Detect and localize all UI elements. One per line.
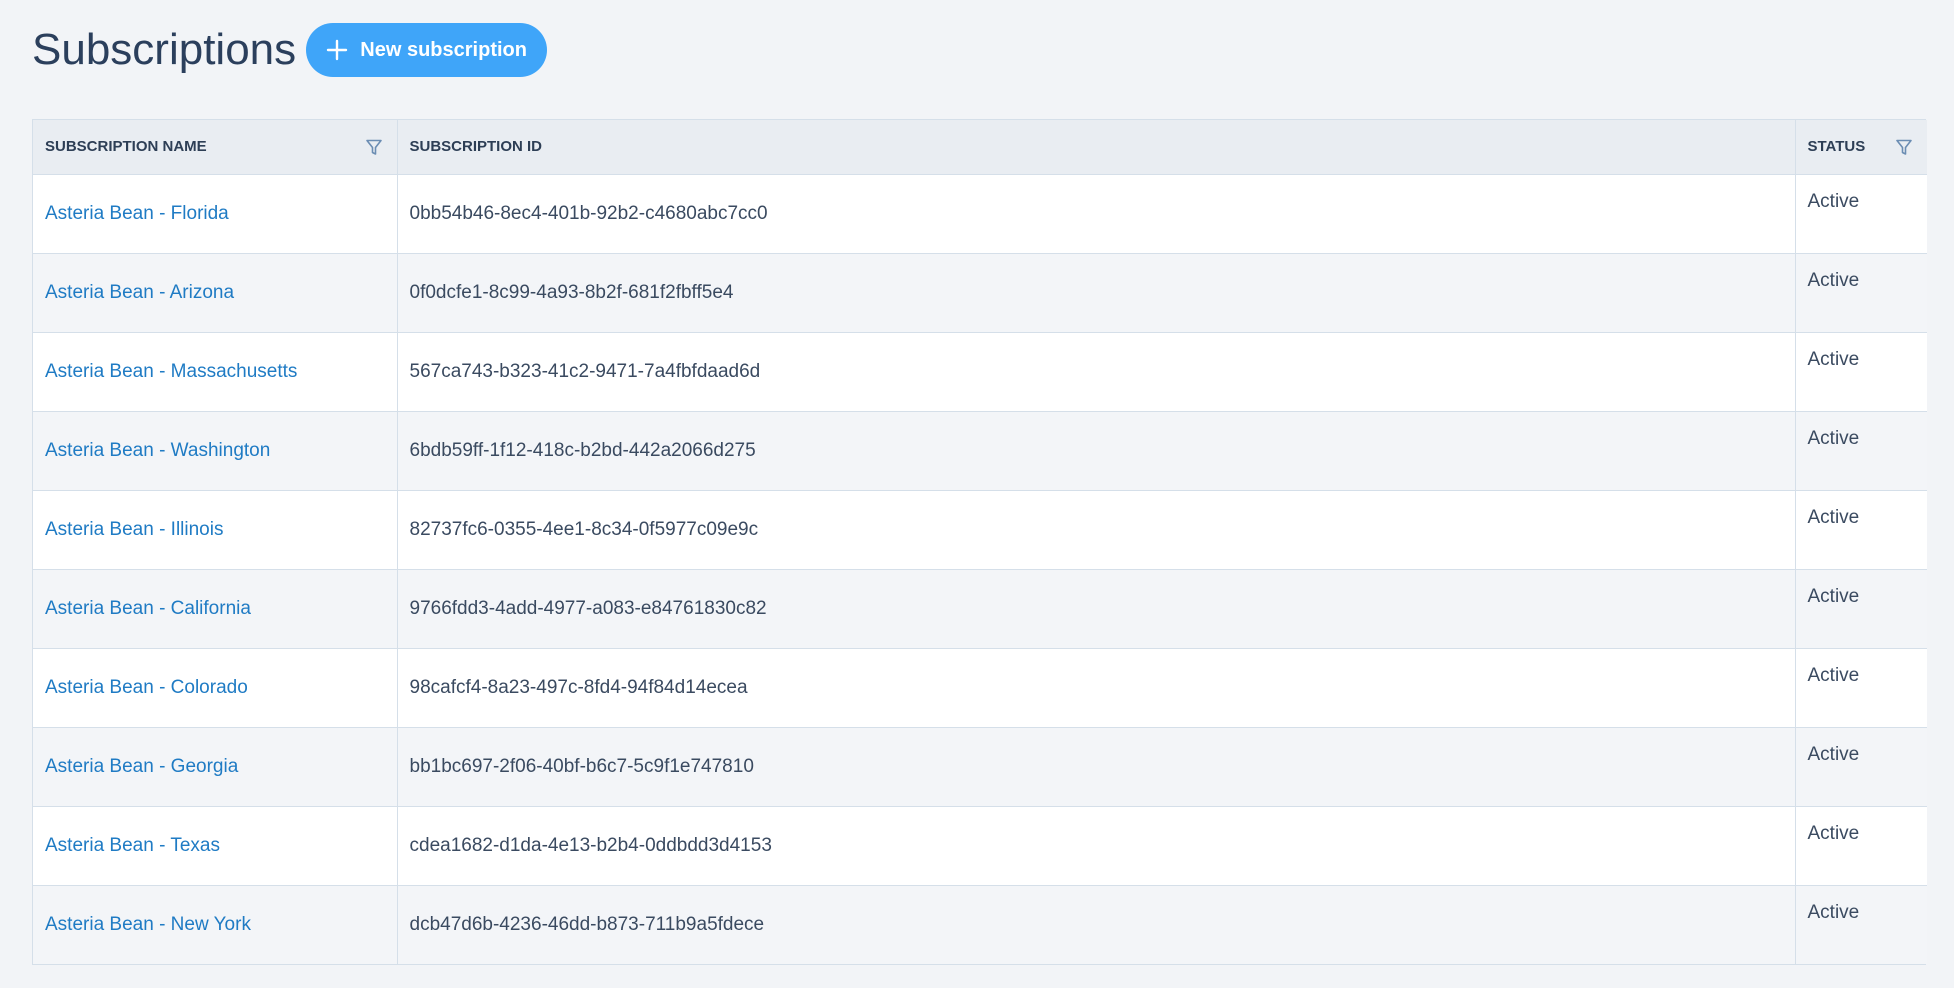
cell-subscription-id: 0f0dcfe1-8c99-4a93-8b2f-681f2fbff5e4 <box>397 252 1796 332</box>
cell-status: Active <box>1795 252 1927 332</box>
subscription-id: 98cafcf4-8a23-497c-8fd4-94f84d14ecea <box>409 676 748 698</box>
column-header-subscription-name: Subscription Name <box>33 120 398 174</box>
cell-subscription-name: Asteria Bean - Florida <box>33 173 398 253</box>
cell-subscription-id: 6bdb59ff-1f12-418c-b2bd-442a2066d275 <box>397 410 1796 490</box>
subscription-name-link[interactable]: Asteria Bean - Florida <box>45 203 229 224</box>
subscription-id: 0f0dcfe1-8c99-4a93-8b2f-681f2fbff5e4 <box>409 281 734 303</box>
table-row: Asteria Bean - Massachusetts 567ca743-b32… <box>33 331 1927 411</box>
cell-subscription-id: 98cafcf4-8a23-497c-8fd4-94f84d14ecea <box>397 647 1796 727</box>
filter-icon[interactable] <box>365 138 383 156</box>
table-row: Asteria Bean - Colorado 98cafcf4-8a23-497… <box>33 647 1927 727</box>
table-row: Asteria Bean - Georgia bb1bc697-2f06-40bf… <box>33 726 1927 806</box>
table-row: Asteria Bean - Washington 6bdb59ff-1f12-4… <box>33 410 1927 490</box>
cell-status: Active <box>1795 805 1927 885</box>
table-header-row: Subscription Name Subscription ID Status <box>33 120 1927 174</box>
cell-subscription-id: 567ca743-b323-41c2-9471-7a4fbfdaad6d <box>397 331 1796 411</box>
cell-status: Active <box>1795 884 1927 964</box>
subscription-name-link[interactable]: Asteria Bean - Texas <box>45 835 220 856</box>
cell-subscription-id: 9766fdd3-4add-4977-a083-e84761830c82 <box>397 568 1796 648</box>
subscription-id: bb1bc697-2f06-40bf-b6c7-5c9f1e747810 <box>409 755 754 777</box>
subscription-id: 0bb54b46-8ec4-401b-92b2-c4680abc7cc0 <box>409 202 768 224</box>
status-text: Active <box>1807 822 1860 844</box>
table-row: Asteria Bean - California 9766fdd3-4add-4… <box>33 568 1927 648</box>
cell-status: Active <box>1795 173 1927 253</box>
column-header-status: Status <box>1795 120 1927 174</box>
cell-subscription-name: Asteria Bean - Illinois <box>33 489 398 569</box>
column-label: Status <box>1807 138 1866 156</box>
subscription-name-link[interactable]: Asteria Bean - Georgia <box>45 756 238 777</box>
cell-status: Active <box>1795 331 1927 411</box>
cell-status: Active <box>1795 647 1927 727</box>
subscription-id: cdea1682-d1da-4e13-b2b4-0ddbdd3d4153 <box>409 834 772 856</box>
cell-subscription-name: Asteria Bean - Colorado <box>33 647 398 727</box>
page-header: Subscriptions New subscription <box>32 22 548 78</box>
cell-subscription-name: Asteria Bean - Georgia <box>33 726 398 806</box>
subscription-id: 82737fc6-0355-4ee1-8c34-0f5977c09e9c <box>409 518 759 540</box>
cell-status: Active <box>1795 489 1927 569</box>
subscription-id: dcb47d6b-4236-46dd-b873-711b9a5fdece <box>409 913 765 935</box>
subscription-name-link[interactable]: Asteria Bean - Arizona <box>45 282 234 303</box>
cell-status: Active <box>1795 568 1927 648</box>
status-text: Active <box>1807 348 1860 370</box>
cell-subscription-name: Asteria Bean - Massachusetts <box>33 331 398 411</box>
status-text: Active <box>1807 585 1860 607</box>
status-text: Active <box>1807 901 1860 923</box>
cell-subscription-name: Asteria Bean - Washington <box>33 410 398 490</box>
subscription-id: 567ca743-b323-41c2-9471-7a4fbfdaad6d <box>409 360 761 382</box>
cell-subscription-id: 82737fc6-0355-4ee1-8c34-0f5977c09e9c <box>397 489 1796 569</box>
column-header-subscription-id: Subscription ID <box>397 120 1796 174</box>
table-row: Asteria Bean - New York dcb47d6b-4236-46d… <box>33 884 1927 964</box>
new-subscription-button[interactable]: New subscription <box>306 23 548 77</box>
status-text: Active <box>1807 190 1860 212</box>
table-row: Asteria Bean - Texas cdea1682-d1da-4e13-b… <box>33 805 1927 885</box>
subscription-name-link[interactable]: Asteria Bean - Colorado <box>45 677 248 698</box>
subscription-name-link[interactable]: Asteria Bean - Illinois <box>45 519 223 540</box>
status-text: Active <box>1807 506 1860 528</box>
cell-subscription-name: Asteria Bean - California <box>33 568 398 648</box>
cell-status: Active <box>1795 410 1927 490</box>
subscription-name-link[interactable]: Asteria Bean - Massachusetts <box>45 361 297 382</box>
status-text: Active <box>1807 664 1860 686</box>
status-text: Active <box>1807 427 1860 449</box>
subscription-id: 6bdb59ff-1f12-418c-b2bd-442a2066d275 <box>409 439 756 461</box>
subscriptions-table: Subscription Name Subscription ID Status… <box>32 119 1927 965</box>
cell-subscription-name: Asteria Bean - Arizona <box>33 252 398 332</box>
cell-subscription-id: dcb47d6b-4236-46dd-b873-711b9a5fdece <box>397 884 1796 964</box>
new-subscription-label: New subscription <box>360 38 527 61</box>
cell-subscription-name: Asteria Bean - Texas <box>33 805 398 885</box>
table-row: Asteria Bean - Florida 0bb54b46-8ec4-401b… <box>33 173 1927 253</box>
page-title: Subscriptions <box>32 25 297 74</box>
status-text: Active <box>1807 269 1860 291</box>
column-label: Subscription Name <box>45 138 207 156</box>
cell-subscription-name: Asteria Bean - New York <box>33 884 398 964</box>
subscription-name-link[interactable]: Asteria Bean - Washington <box>45 440 270 461</box>
table-row: Asteria Bean - Arizona 0f0dcfe1-8c99-4a93… <box>33 252 1927 332</box>
table-row: Asteria Bean - Illinois 82737fc6-0355-4ee… <box>33 489 1927 569</box>
subscription-name-link[interactable]: Asteria Bean - California <box>45 598 251 619</box>
subscription-name-link[interactable]: Asteria Bean - New York <box>45 914 251 935</box>
cell-subscription-id: cdea1682-d1da-4e13-b2b4-0ddbdd3d4153 <box>397 805 1796 885</box>
status-text: Active <box>1807 743 1860 765</box>
subscription-id: 9766fdd3-4add-4977-a083-e84761830c82 <box>409 597 767 619</box>
cell-subscription-id: bb1bc697-2f06-40bf-b6c7-5c9f1e747810 <box>397 726 1796 806</box>
column-label: Subscription ID <box>409 138 543 156</box>
filter-icon[interactable] <box>1895 138 1913 156</box>
cell-status: Active <box>1795 726 1927 806</box>
plus-icon <box>327 39 348 61</box>
cell-subscription-id: 0bb54b46-8ec4-401b-92b2-c4680abc7cc0 <box>397 173 1796 253</box>
